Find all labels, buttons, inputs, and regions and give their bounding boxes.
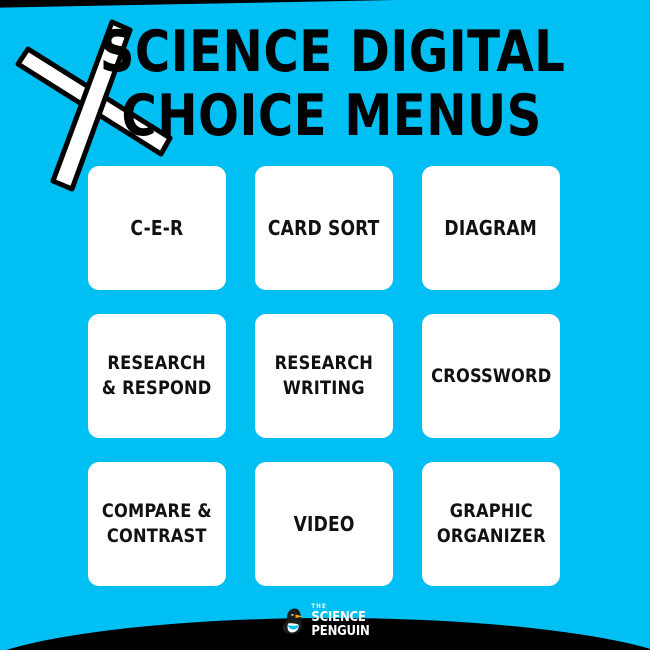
top-black-bar [0,0,650,8]
brand-logo-text: THE SCIENCE PENGUIN [311,604,370,639]
brand-logo: THE SCIENCE PENGUIN [0,604,650,638]
menu-card-label: VIDEO [293,511,355,536]
menu-card-label: COMPARE & CONTRAST [102,500,212,547]
brand-penguin: PENGUIN [311,624,370,639]
menu-card-label: GRAPHIC ORGANIZER [436,500,546,547]
menu-card-video[interactable]: VIDEO [255,462,393,586]
poster: SCIENCE DIGITAL CHOICE MENUS C-E-R CARD … [0,0,650,650]
menu-card-label: CROSSWORD [430,364,552,387]
menu-card-diagram[interactable]: DIAGRAM [422,166,560,290]
penguin-icon [283,608,304,635]
menu-card-card-sort[interactable]: CARD SORT [255,166,393,290]
menu-card-cer[interactable]: C-E-R [88,166,226,290]
menu-card-label: CARD SORT [268,215,380,240]
menu-card-label: DIAGRAM [444,215,538,240]
menu-card-graphic-organizer[interactable]: GRAPHIC ORGANIZER [422,462,560,586]
choice-menu-grid: C-E-R CARD SORT DIAGRAM RESEARCH & RESPON… [88,166,560,586]
menu-card-crossword[interactable]: CROSSWORD [422,314,560,438]
menu-card-compare-and-contrast[interactable]: COMPARE & CONTRAST [88,462,226,586]
brand-science: SCIENCE [311,610,366,625]
menu-card-label: RESEARCH WRITING [274,352,374,399]
menu-card-research-and-respond[interactable]: RESEARCH & RESPOND [88,314,226,438]
menu-card-label: C-E-R [130,215,184,240]
menu-card-research-writing[interactable]: RESEARCH WRITING [255,314,393,438]
menu-card-label: RESEARCH & RESPOND [102,352,212,399]
